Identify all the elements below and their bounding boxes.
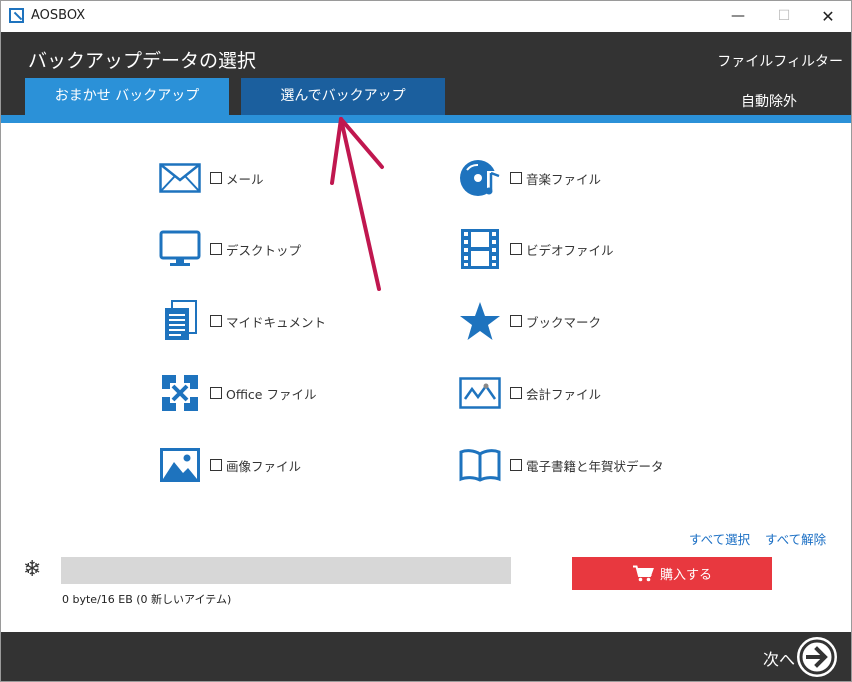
category-video-files[interactable]: ビデオファイル (458, 226, 614, 272)
category-image-files[interactable]: 画像ファイル (158, 442, 301, 488)
purchase-button[interactable]: 購入する (572, 557, 772, 590)
page-title: バックアップデータの選択 (28, 50, 257, 72)
app-logo-icon (9, 8, 24, 23)
envelope-icon (158, 156, 202, 200)
checkbox[interactable] (510, 387, 522, 399)
category-label: ビデオファイル (526, 242, 614, 258)
category-my-documents[interactable]: マイドキュメント (158, 298, 326, 344)
next-label[interactable]: 次へ (763, 646, 795, 670)
checkbox[interactable] (510, 172, 522, 184)
checkbox[interactable] (210, 459, 222, 471)
category-label: ブックマーク (526, 314, 602, 330)
checkbox[interactable] (510, 243, 522, 255)
category-mail[interactable]: メール (158, 155, 264, 201)
cart-icon (632, 565, 654, 582)
checkbox[interactable] (210, 387, 222, 399)
app-window: AOSBOX — ☐ ✕ バックアップデータの選択 おまかせ バックアップ 選ん… (0, 0, 852, 682)
title-bar: AOSBOX — ☐ ✕ (1, 1, 851, 32)
star-icon (458, 299, 502, 343)
office-icon (158, 371, 202, 415)
book-icon (458, 443, 502, 487)
monitor-icon (158, 227, 202, 271)
snowflake-icon: ❄ (23, 557, 42, 582)
tab-select-backup[interactable]: 選んでバックアップ (241, 78, 445, 115)
auto-exclude-link[interactable]: 自動除外 (741, 91, 797, 111)
category-label: 画像ファイル (226, 458, 302, 474)
checkbox[interactable] (210, 315, 222, 327)
checkbox[interactable] (510, 315, 522, 327)
category-ebooks-newyear-cards[interactable]: 電子書籍と年賀状データ (458, 442, 664, 488)
category-label: 電子書籍と年賀状データ (526, 458, 664, 474)
window-title: AOSBOX (31, 8, 86, 23)
footer-bar: 次へ (1, 632, 851, 681)
category-label: デスクトップ (226, 242, 302, 258)
category-music-files[interactable]: 音楽ファイル (458, 155, 601, 201)
storage-status-text: 0 byte/16 EB (0 新しいアイテム) (62, 593, 232, 606)
picture-icon (158, 443, 202, 487)
file-filter-link[interactable]: ファイルフィルター (717, 51, 843, 71)
storage-progress-bar (61, 557, 511, 584)
category-label: 音楽ファイル (526, 171, 602, 187)
category-office-files[interactable]: Office ファイル (158, 370, 316, 416)
next-button[interactable] (797, 637, 837, 677)
category-label: マイドキュメント (226, 314, 327, 330)
tab-underline-strip (1, 115, 851, 123)
maximize-button[interactable]: ☐ (761, 1, 807, 32)
header-bar: バックアップデータの選択 おまかせ バックアップ 選んでバックアップ ファイルフ… (1, 32, 851, 115)
documents-icon (158, 299, 202, 343)
arrow-right-icon (799, 639, 835, 675)
category-bookmarks[interactable]: ブックマーク (458, 298, 601, 344)
tab-auto-backup[interactable]: おまかせ バックアップ (25, 78, 229, 115)
checkbox[interactable] (210, 243, 222, 255)
checkbox[interactable] (210, 172, 222, 184)
checkbox[interactable] (510, 459, 522, 471)
deselect-all-link[interactable]: すべて解除 (765, 529, 826, 548)
category-label: メール (226, 171, 264, 187)
category-label: Office ファイル (226, 386, 317, 402)
music-disc-icon (458, 156, 502, 200)
minimize-button[interactable]: — (715, 1, 761, 32)
film-icon (458, 227, 502, 271)
category-label: 会計ファイル (526, 386, 602, 402)
category-accounting-files[interactable]: 会計ファイル (458, 370, 601, 416)
select-all-link[interactable]: すべて選択 (689, 529, 750, 548)
category-desktop[interactable]: デスクトップ (158, 226, 301, 272)
chart-icon (458, 371, 502, 415)
close-button[interactable]: ✕ (805, 1, 851, 32)
purchase-label: 購入する (659, 568, 712, 583)
